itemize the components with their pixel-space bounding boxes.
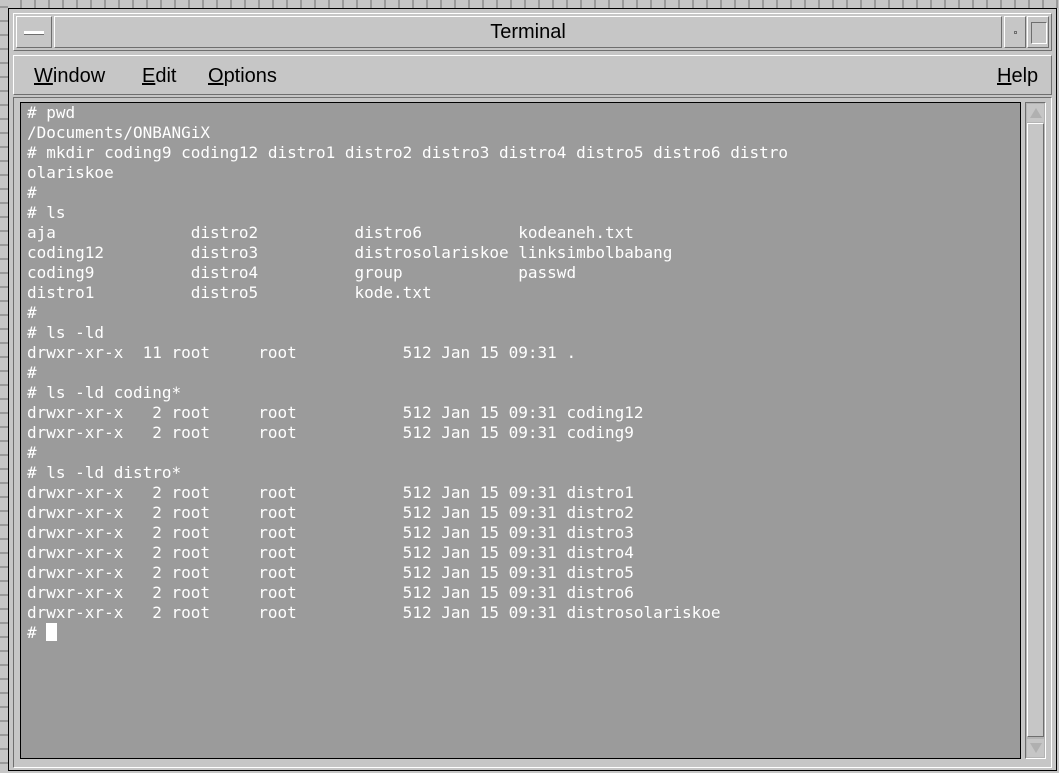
terminal-line: drwxr-xr-x 11 root root 512 Jan 15 09:31…	[27, 343, 577, 362]
text-cursor	[46, 623, 58, 641]
terminal-line: /Documents/ONBANGiX	[27, 123, 211, 142]
terminal-line: drwxr-xr-x 2 root root 512 Jan 15 09:31 …	[27, 403, 644, 422]
terminal-line: drwxr-xr-x 2 root root 512 Jan 15 09:31 …	[27, 583, 634, 602]
maximize-button[interactable]	[1027, 16, 1049, 48]
terminal-line: drwxr-xr-x 2 root root 512 Jan 15 09:31 …	[27, 483, 634, 502]
terminal-line: coding9 distro4 group passwd	[27, 263, 577, 282]
terminal-line: drwxr-xr-x 2 root root 512 Jan 15 09:31 …	[27, 543, 634, 562]
vertical-scrollbar[interactable]	[1025, 102, 1046, 759]
menu-options[interactable]: Options	[208, 65, 277, 88]
terminal-line: drwxr-xr-x 2 root root 512 Jan 15 09:31 …	[27, 423, 634, 442]
terminal-line: #	[27, 183, 37, 202]
terminal-line: distro1 distro5 kode.txt	[27, 283, 432, 302]
terminal-line: #	[27, 443, 37, 462]
terminal-frame: # pwd/Documents/ONBANGiX # mkdir coding9 …	[13, 97, 1052, 768]
terminal-line: # ls -ld	[27, 323, 105, 342]
window-menu-button[interactable]	[16, 16, 52, 48]
terminal-line: aja distro2 distro6 kodeaneh.txt	[27, 223, 634, 242]
maximize-icon	[1031, 22, 1047, 44]
terminal-line: drwxr-xr-x 2 root root 512 Jan 15 09:31 …	[27, 523, 634, 542]
terminal-line: # ls -ld distro*	[27, 463, 182, 482]
terminal-line: # ls -ld coding*	[27, 383, 182, 402]
menu-edit[interactable]: Edit	[142, 65, 176, 88]
terminal-line: # ls	[27, 203, 66, 222]
terminal-line: # mkdir coding9 coding12 distro1 distro2…	[27, 143, 788, 162]
terminal-line: #	[27, 363, 37, 382]
menu-bar: Window Edit Options Help	[13, 55, 1052, 95]
title-bar[interactable]: Terminal	[13, 13, 1052, 51]
desktop-edge-top	[0, 0, 1059, 8]
menu-help[interactable]: Help	[997, 65, 1038, 88]
terminal-line: #	[27, 303, 37, 322]
minimize-icon	[1014, 31, 1017, 34]
prompt: #	[27, 623, 47, 642]
terminal-window: Terminal Window Edit Options Help # pwd /…	[8, 8, 1057, 771]
minimize-button[interactable]	[1004, 16, 1026, 48]
terminal-line: drwxr-xr-x 2 root root 512 Jan 15 09:31 …	[27, 503, 634, 522]
terminal-line: # pwd	[27, 103, 76, 122]
prompt-line[interactable]: #	[27, 623, 1017, 643]
terminal-line: coding12 distro3 distrosolariskoe linksi…	[27, 243, 673, 262]
scroll-up-arrow-icon[interactable]	[1027, 104, 1044, 122]
window-title[interactable]: Terminal	[54, 16, 1002, 48]
window-menu-icon	[24, 31, 44, 35]
terminal-line: drwxr-xr-x 2 root root 512 Jan 15 09:31 …	[27, 563, 634, 582]
desktop-edge-left	[0, 0, 8, 773]
menu-window[interactable]: Window	[34, 65, 105, 88]
terminal-line: olariskoe	[27, 163, 114, 182]
terminal-output[interactable]: # pwd/Documents/ONBANGiX # mkdir coding9 …	[20, 102, 1021, 759]
scrollbar-thumb[interactable]	[1027, 123, 1044, 737]
terminal-line: drwxr-xr-x 2 root root 512 Jan 15 09:31 …	[27, 603, 721, 622]
terminal-text: # pwd/Documents/ONBANGiX # mkdir coding9 …	[27, 103, 1017, 643]
scroll-down-arrow-icon[interactable]	[1027, 739, 1044, 757]
